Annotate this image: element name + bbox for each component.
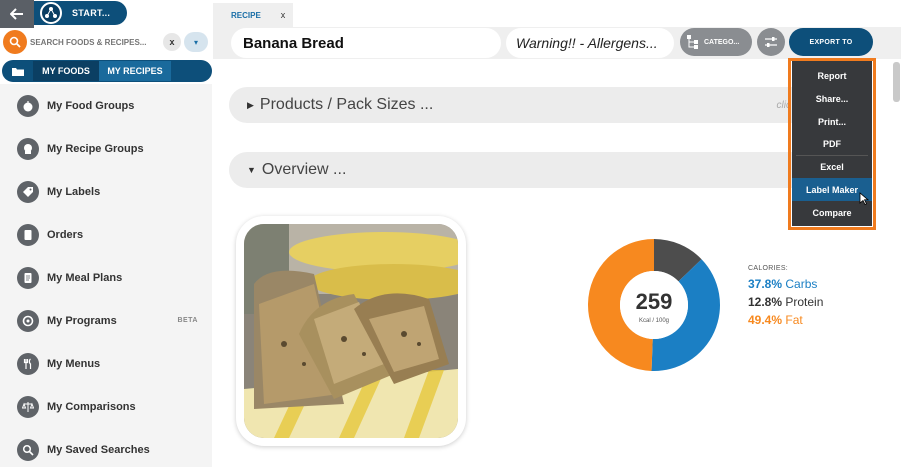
protein-label: Protein bbox=[785, 295, 824, 309]
protein-percent: 12.8% bbox=[748, 295, 783, 309]
recipe-photo-frame bbox=[236, 216, 466, 446]
tab-my-recipes[interactable]: MY RECIPES bbox=[99, 61, 171, 81]
sliders-icon bbox=[765, 37, 777, 47]
tag-icon bbox=[17, 180, 39, 203]
sidebar-item-label: My Saved Searches bbox=[47, 443, 150, 456]
section-label: Overview ... bbox=[261, 161, 347, 178]
tab-my-foods[interactable]: MY FOODS bbox=[33, 61, 99, 81]
sidebar-item-label: My Recipe Groups bbox=[47, 142, 144, 155]
category-button[interactable]: CATEGO... bbox=[680, 28, 752, 56]
legend-fat: 49.4% Fat bbox=[748, 313, 823, 327]
settings-sliders-button[interactable] bbox=[757, 28, 785, 56]
export-menu: Report Share... Print... PDF Excel Label Make… bbox=[792, 61, 872, 226]
scale-icon bbox=[17, 395, 39, 418]
menu-item-print[interactable]: Print... bbox=[792, 110, 872, 133]
category-label: CATEGO... bbox=[704, 38, 740, 46]
sidebar-item-my-meal-plans[interactable]: My Meal Plans bbox=[0, 256, 212, 299]
app-logo-icon bbox=[40, 2, 62, 24]
sidebar-item-label: My Programs bbox=[47, 314, 117, 327]
sidebar-item-my-recipe-groups[interactable]: My Recipe Groups bbox=[0, 127, 212, 170]
folder-icon[interactable] bbox=[3, 61, 33, 81]
recipe-title-field[interactable]: Banana Bread bbox=[231, 28, 501, 58]
search-icon[interactable] bbox=[3, 30, 27, 54]
calorie-donut-chart: 259 Kcal / 100g bbox=[587, 239, 720, 371]
search-input[interactable] bbox=[30, 34, 158, 50]
sidebar: My Food Groups My Recipe Groups My Label… bbox=[0, 84, 212, 467]
document-icon bbox=[17, 223, 39, 246]
sidebar-item-my-comparisons[interactable]: My Comparisons bbox=[0, 385, 212, 428]
sidebar-item-label: My Food Groups bbox=[47, 99, 135, 112]
sidebar-item-my-menus[interactable]: My Menus bbox=[0, 342, 212, 385]
sidebar-item-my-saved-searches[interactable]: My Saved Searches bbox=[0, 428, 212, 467]
search-bar: x ▾ bbox=[0, 28, 212, 58]
sidebar-item-my-food-groups[interactable]: My Food Groups bbox=[0, 84, 212, 127]
calorie-unit: Kcal / 100g bbox=[639, 318, 669, 324]
tab-close-button[interactable]: x bbox=[281, 10, 286, 20]
recipe-title: Banana Bread bbox=[243, 34, 344, 52]
legend-protein: 12.8% Protein bbox=[748, 295, 823, 309]
recipe-photo[interactable] bbox=[244, 224, 458, 438]
meal-plan-icon bbox=[17, 266, 39, 289]
back-button[interactable] bbox=[0, 0, 34, 28]
sidebar-item-label: Orders bbox=[47, 228, 84, 241]
calories-caption: CALORIES: bbox=[748, 265, 789, 272]
apple-icon bbox=[17, 94, 39, 117]
search-clear-button[interactable]: x bbox=[163, 33, 181, 51]
menu-item-pdf[interactable]: PDF bbox=[792, 132, 872, 155]
sidebar-item-label: My Menus bbox=[47, 357, 101, 370]
menu-item-share[interactable]: Share... bbox=[792, 87, 872, 110]
menu-item-report[interactable]: Report bbox=[792, 64, 872, 87]
recipe-toolbar: Banana Bread Warning!! - Allergens... CA… bbox=[213, 27, 901, 59]
macro-legend: CALORIES: 37.8% Carbs 12.8% Protein 49.4… bbox=[748, 265, 823, 331]
carbs-percent: 37.8% bbox=[748, 277, 783, 291]
sidebar-item-label: My Meal Plans bbox=[47, 271, 123, 284]
scrollbar[interactable] bbox=[893, 62, 900, 102]
export-label: EXPORT TO bbox=[809, 38, 853, 46]
section-label: Products / Pack Sizes ... bbox=[259, 96, 434, 113]
app-root: START... x ▾ MY FOODS MY RECIPES My Food… bbox=[0, 0, 901, 467]
start-label: START... bbox=[72, 8, 111, 18]
sidebar-item-my-programs[interactable]: My Programs BETA bbox=[0, 299, 212, 342]
programs-icon bbox=[17, 309, 39, 332]
export-to-button[interactable]: EXPORT TO bbox=[789, 28, 873, 56]
search-dropdown-button[interactable]: ▾ bbox=[184, 32, 208, 52]
sidebar-item-orders[interactable]: Orders bbox=[0, 213, 212, 256]
tab-recipe[interactable]: RECIPE x bbox=[213, 3, 293, 27]
hierarchy-icon bbox=[687, 35, 698, 49]
sidebar-item-label: My Comparisons bbox=[47, 400, 136, 413]
calorie-value: 259 bbox=[636, 289, 673, 314]
section-products-pack-sizes[interactable]: ▶ Products / Pack Sizes ... clic bbox=[229, 87, 869, 123]
chef-hat-icon bbox=[17, 137, 39, 160]
fat-label: Fat bbox=[785, 313, 803, 327]
menu-item-excel[interactable]: Excel bbox=[792, 155, 872, 178]
sidebar-item-label: My Labels bbox=[47, 185, 101, 198]
tab-recipe-label: RECIPE bbox=[231, 10, 261, 20]
sidebar-item-my-labels[interactable]: My Labels bbox=[0, 170, 212, 213]
start-button[interactable]: START... bbox=[34, 1, 127, 25]
sidebar-tabs: MY FOODS MY RECIPES bbox=[2, 60, 212, 82]
arrow-left-icon bbox=[10, 8, 23, 20]
legend-carbs: 37.8% Carbs bbox=[748, 277, 823, 291]
search-icon bbox=[17, 438, 39, 461]
section-overview[interactable]: ▼ Overview ... bbox=[229, 152, 869, 188]
carbs-label: Carbs bbox=[785, 277, 818, 291]
cutlery-icon bbox=[17, 352, 39, 375]
beta-badge: BETA bbox=[177, 317, 198, 324]
expand-arrow-icon: ▶ bbox=[247, 99, 254, 110]
mouse-cursor-icon bbox=[859, 192, 869, 206]
collapse-arrow-icon: ▼ bbox=[247, 165, 256, 175]
allergen-warning-field[interactable]: Warning!! - Allergens... bbox=[506, 28, 674, 58]
allergen-warning: Warning!! - Allergens... bbox=[516, 35, 658, 51]
fat-percent: 49.4% bbox=[748, 313, 783, 327]
